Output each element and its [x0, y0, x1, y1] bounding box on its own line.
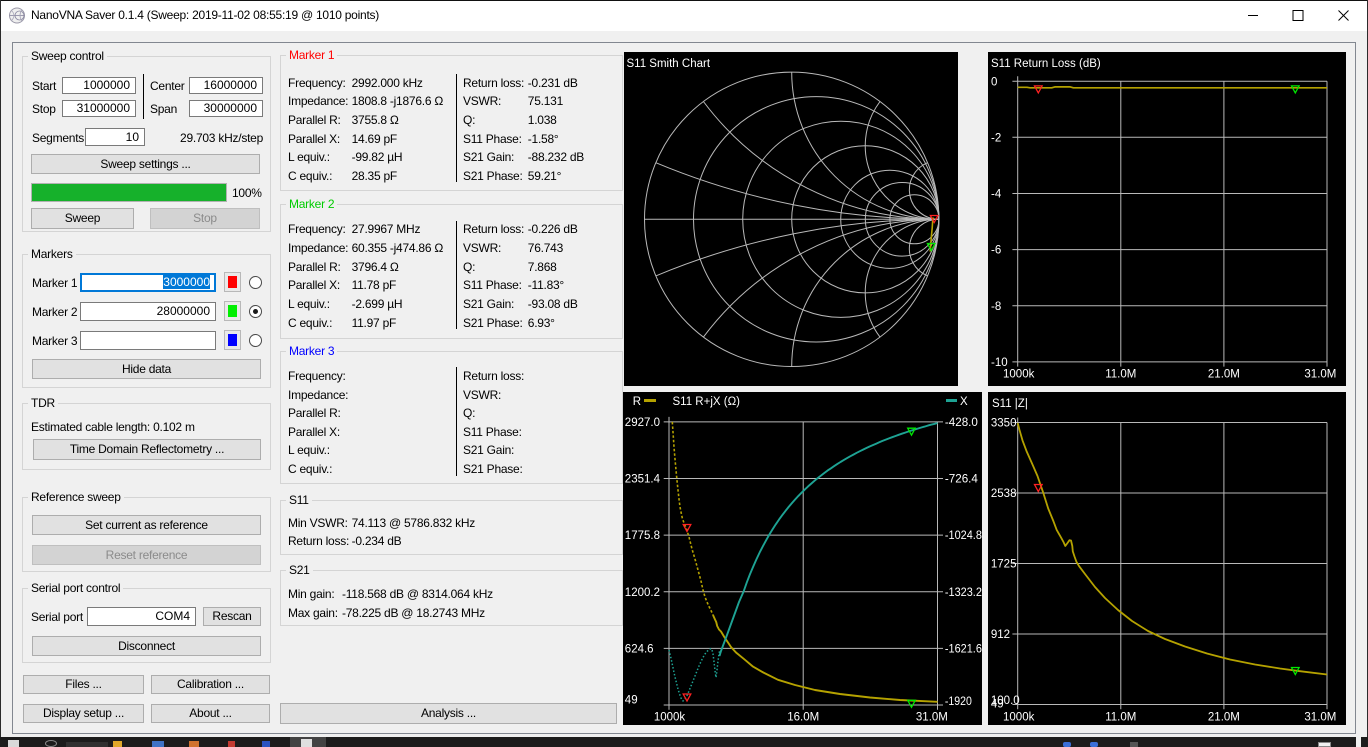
svg-text:R: R	[633, 396, 641, 408]
svg-text:-1621.6: -1621.6	[945, 644, 982, 656]
svg-text:2538: 2538	[991, 488, 1017, 500]
svg-text:0: 0	[991, 76, 997, 88]
svg-text:-428.0: -428.0	[945, 417, 978, 429]
svg-text:624.6: 624.6	[625, 644, 654, 656]
svg-text:11.0M: 11.0M	[1105, 368, 1136, 380]
svg-text:S11 R+jX (Ω): S11 R+jX (Ω)	[673, 396, 741, 408]
svg-text:31.0M: 31.0M	[1304, 711, 1336, 723]
svg-text:31.0M: 31.0M	[1304, 368, 1336, 380]
svg-text:2351.4: 2351.4	[625, 474, 661, 486]
svg-text:1000k: 1000k	[1003, 368, 1035, 380]
svg-text:-726.4: -726.4	[945, 474, 979, 486]
svg-text:31.0M: 31.0M	[916, 711, 948, 723]
svg-text:49: 49	[625, 695, 638, 707]
svg-text:-1024.8: -1024.8	[945, 530, 982, 542]
svg-text:-4: -4	[991, 189, 1002, 201]
svg-text:-2: -2	[991, 132, 1001, 144]
svg-text:S11 |Z|: S11 |Z|	[992, 398, 1028, 410]
svg-text:-10: -10	[991, 357, 1008, 369]
svg-text:16.0M: 16.0M	[787, 711, 819, 723]
svg-text:3350: 3350	[991, 418, 1017, 430]
svg-text:11.0M: 11.0M	[1105, 711, 1136, 723]
svg-text:1000k: 1000k	[654, 711, 686, 723]
svg-text:21.0M: 21.0M	[1208, 711, 1240, 723]
svg-text:-8: -8	[991, 301, 1001, 313]
svg-text:1725: 1725	[991, 559, 1017, 571]
svg-text:1000k: 1000k	[1003, 711, 1035, 723]
svg-text:-1323.2: -1323.2	[945, 587, 982, 599]
svg-text:1200.2: 1200.2	[625, 587, 660, 599]
svg-text:2927.0: 2927.0	[625, 417, 660, 429]
svg-text:-6: -6	[991, 245, 1001, 257]
svg-text:49: 49	[991, 699, 1004, 711]
svg-text:-1920: -1920	[945, 696, 972, 708]
svg-text:21.0M: 21.0M	[1208, 368, 1240, 380]
svg-text:912: 912	[991, 629, 1010, 641]
svg-text:X: X	[960, 396, 968, 408]
svg-text:S11 Smith Chart: S11 Smith Chart	[627, 58, 711, 70]
svg-text:1775.8: 1775.8	[625, 530, 660, 542]
svg-text:S11 Return Loss (dB): S11 Return Loss (dB)	[991, 58, 1101, 70]
